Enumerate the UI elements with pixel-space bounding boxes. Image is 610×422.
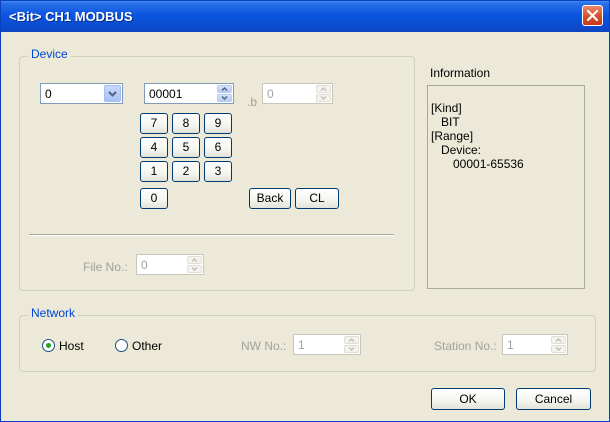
station-number-value: 1 — [507, 338, 514, 352]
file-number-spinner: 0 — [136, 254, 204, 275]
spin-up-button — [187, 256, 202, 264]
arrow-down-icon — [221, 95, 228, 101]
station-number-spinner: 1 — [502, 334, 568, 355]
information-panel: [Kind] BIT [Range] Device: 00001-65536 — [427, 85, 585, 289]
bit-number-value: 0 — [267, 87, 274, 101]
dropdown-button[interactable] — [104, 85, 121, 102]
info-range-value: 00001-65536 — [453, 157, 524, 171]
keypad-button-1[interactable]: 1 — [140, 161, 168, 182]
station-number-label: Station No.: — [434, 339, 497, 353]
device-legend: Device — [28, 47, 71, 61]
title-bar[interactable]: <Bit> CH1 MODBUS — [1, 1, 609, 32]
spin-up-button — [316, 85, 331, 93]
info-kind-value: BIT — [441, 115, 460, 129]
arrow-up-icon — [348, 337, 355, 343]
cancel-button[interactable]: Cancel — [516, 388, 591, 410]
keypad-button-7[interactable]: 7 — [140, 113, 168, 134]
close-button[interactable] — [582, 5, 603, 26]
keypad-button-3[interactable]: 3 — [204, 161, 232, 182]
keypad-button-9[interactable]: 9 — [204, 113, 232, 134]
device-address-value: 00001 — [149, 87, 183, 101]
back-button[interactable]: Back — [249, 188, 291, 209]
spin-down-button — [551, 345, 566, 353]
arrow-up-icon — [320, 86, 327, 92]
bit-number-spinner: 0 — [262, 83, 333, 104]
file-number-value: 0 — [141, 258, 148, 272]
nw-number-label: NW No.: — [241, 339, 287, 353]
information-heading: Information — [430, 66, 491, 80]
arrow-down-icon — [555, 346, 562, 352]
other-radio[interactable] — [115, 339, 128, 352]
keypad-button-0[interactable]: 0 — [140, 188, 168, 209]
keypad-button-2[interactable]: 2 — [172, 161, 200, 182]
window-title: <Bit> CH1 MODBUS — [9, 9, 133, 24]
ok-button[interactable]: OK — [431, 388, 505, 410]
spin-down-button — [187, 265, 202, 273]
spin-down-button — [316, 94, 331, 102]
network-legend: Network — [28, 306, 79, 320]
keypad-button-8[interactable]: 8 — [172, 113, 200, 134]
device-address-spinner[interactable]: 00001 — [144, 83, 234, 104]
info-kind-heading: [Kind] — [431, 101, 462, 115]
spin-down-button — [344, 345, 359, 353]
host-label[interactable]: Host — [59, 339, 84, 353]
nw-number-value: 1 — [298, 338, 305, 352]
chevron-down-icon — [108, 91, 117, 97]
file-number-label: File No.: — [83, 260, 128, 274]
other-label[interactable]: Other — [132, 339, 162, 353]
nw-number-spinner: 1 — [293, 334, 361, 355]
keypad-button-6[interactable]: 6 — [204, 137, 232, 158]
arrow-up-icon — [221, 86, 228, 92]
arrow-down-icon — [348, 346, 355, 352]
dialog-window: <Bit> CH1 MODBUS Device 0 00001 .b 0 7 8… — [0, 0, 610, 422]
arrow-up-icon — [191, 257, 198, 263]
info-range-heading: [Range] — [431, 129, 474, 143]
arrow-down-icon — [191, 266, 198, 272]
bit-label: .b — [247, 95, 258, 109]
arrow-up-icon — [555, 337, 562, 343]
spin-up-button — [344, 336, 359, 344]
close-icon — [587, 10, 598, 21]
clear-button[interactable]: CL — [295, 188, 339, 209]
spin-up-button[interactable] — [217, 85, 232, 93]
spin-up-button — [551, 336, 566, 344]
host-radio[interactable] — [42, 339, 55, 352]
device-separator — [29, 234, 394, 236]
device-type-combo[interactable]: 0 — [40, 83, 123, 104]
keypad-button-4[interactable]: 4 — [140, 137, 168, 158]
keypad-button-5[interactable]: 5 — [172, 137, 200, 158]
info-range-label: Device: — [441, 143, 482, 157]
spin-down-button[interactable] — [217, 94, 232, 102]
arrow-down-icon — [320, 95, 327, 101]
device-type-value: 0 — [45, 87, 52, 101]
